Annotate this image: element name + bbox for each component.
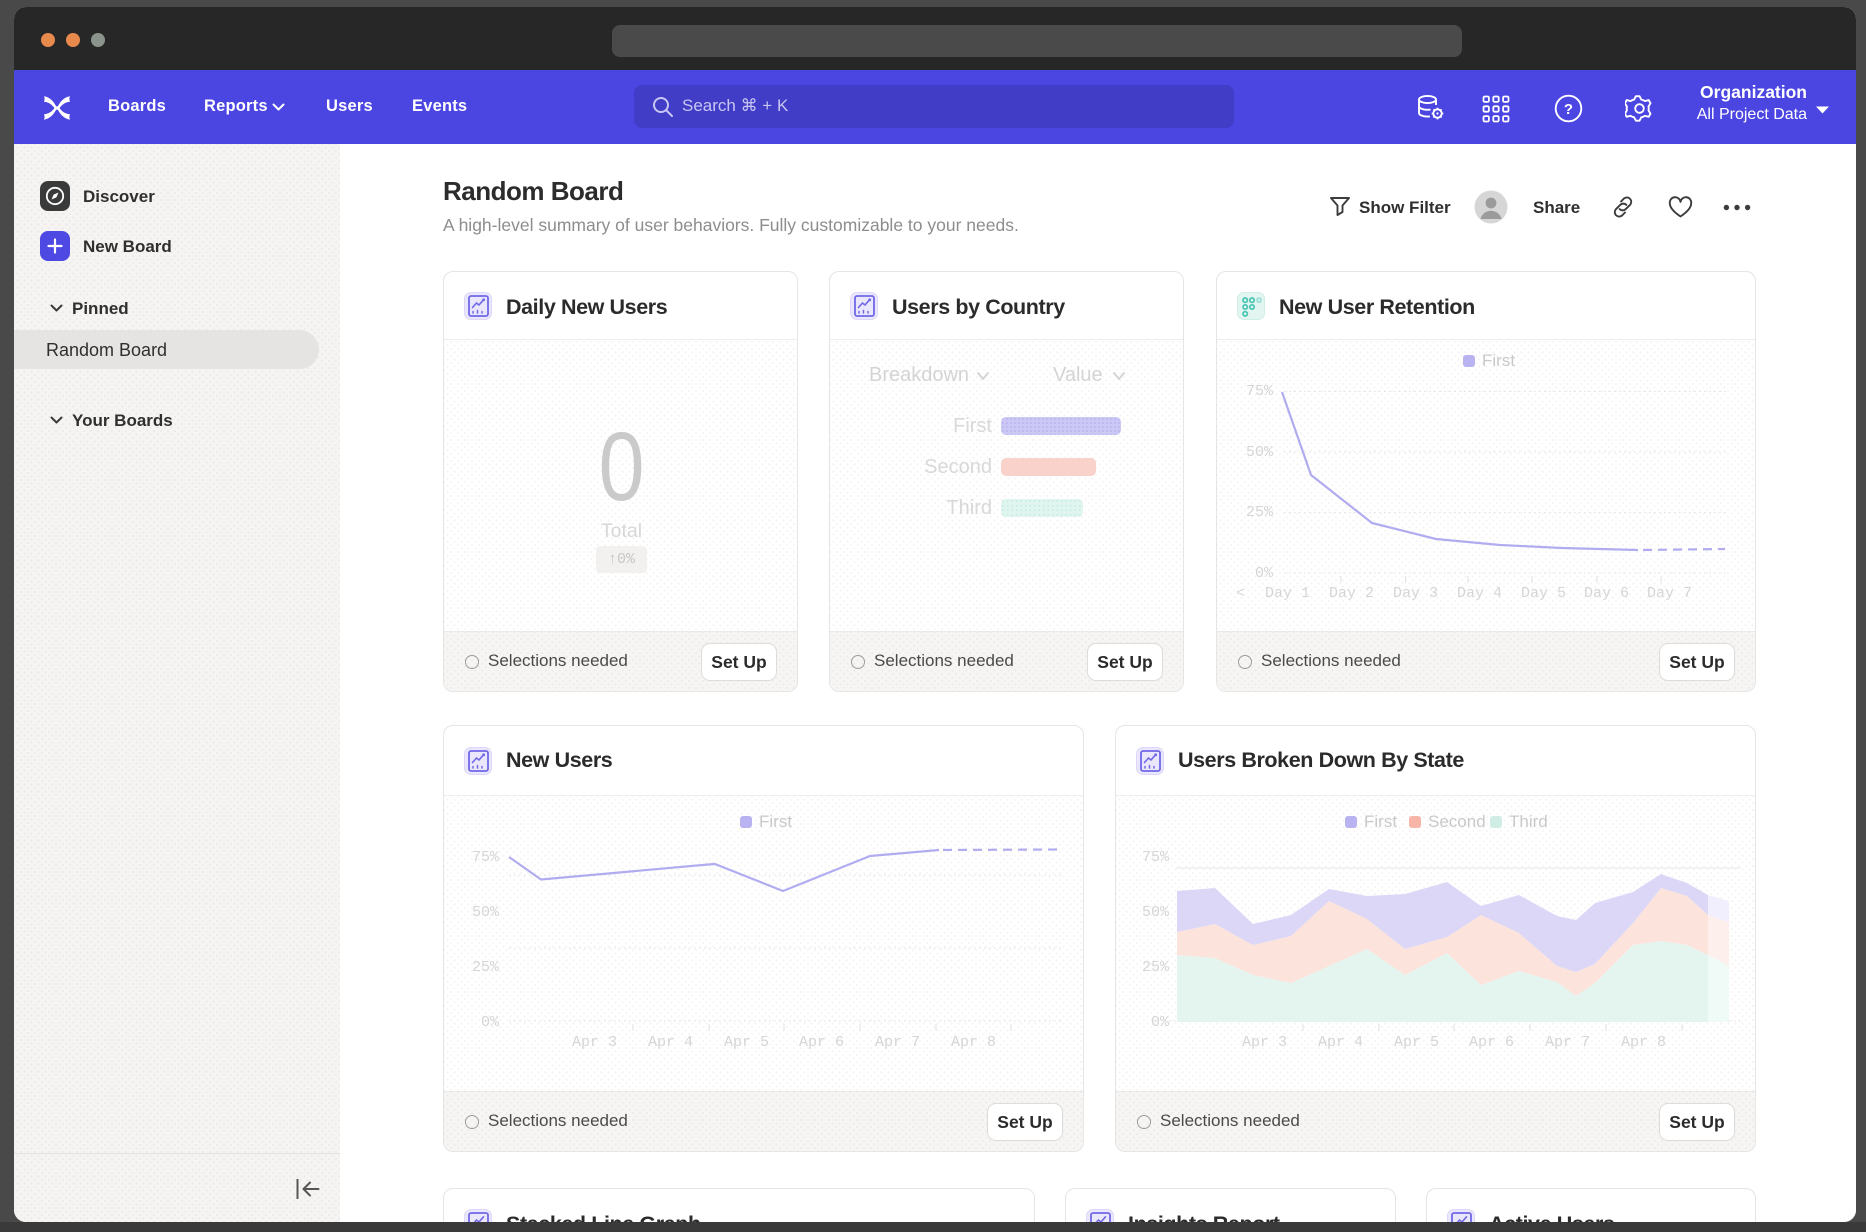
svg-text:?: ? xyxy=(1564,101,1573,118)
